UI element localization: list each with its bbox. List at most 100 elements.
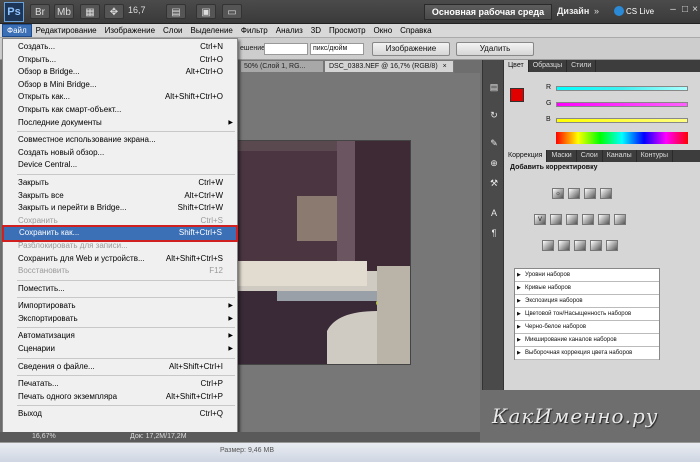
tab-adjustments[interactable]: Коррекция <box>504 150 548 162</box>
black-white-icon[interactable] <box>582 214 594 225</box>
menu-8[interactable]: Просмотр <box>325 24 370 37</box>
file-menu-item[interactable]: Создать... Ctrl+N <box>3 41 237 54</box>
menu-10[interactable]: Справка <box>396 24 435 37</box>
file-menu-item[interactable]: Сохранить для Web и устройств... Alt+Shif… <box>3 253 237 266</box>
tab-layers[interactable]: Слои <box>577 150 603 162</box>
g-slider[interactable] <box>556 102 688 107</box>
minimize-icon[interactable]: – <box>668 4 678 16</box>
close-tab-icon[interactable]: × <box>443 63 447 70</box>
file-menu-item[interactable]: Открыть... Ctrl+O <box>3 54 237 67</box>
menu-3[interactable]: Слои <box>159 24 186 37</box>
history-icon[interactable]: ↻ <box>486 108 502 122</box>
clone-source-icon[interactable]: ⊕ <box>486 156 502 170</box>
preset-item[interactable]: Уровни наборов <box>515 269 659 282</box>
tool-presets-icon[interactable]: ⚒ <box>486 176 502 190</box>
screen-mode-icon[interactable]: ▭ <box>222 4 242 19</box>
file-menu-item[interactable]: Печатать... Ctrl+P <box>3 378 237 391</box>
color-spectrum[interactable] <box>556 132 688 144</box>
file-menu-item[interactable]: Печать одного экземпляра Alt+Shift+Ctrl+P <box>3 391 237 404</box>
resolution-unit-select[interactable]: пикс/дюйм <box>310 43 364 55</box>
resolution-input[interactable] <box>264 43 308 55</box>
file-menu-item[interactable]: Последние документы ▶ <box>3 117 237 130</box>
foreground-color-swatch[interactable] <box>510 88 524 102</box>
tab-styles[interactable]: Стили <box>567 60 597 72</box>
menu-1[interactable]: Редактирование <box>32 24 101 37</box>
color-balance-icon[interactable] <box>566 214 578 225</box>
tab-channels[interactable]: Каналы <box>603 150 637 162</box>
file-menu-item[interactable]: Открыть как смарт-объект... <box>3 104 237 117</box>
file-menu-item[interactable]: Импортировать ▶ <box>3 300 237 313</box>
tab-masks[interactable]: Маски <box>547 150 577 162</box>
selective-color-icon[interactable] <box>606 240 618 251</box>
posterize-icon[interactable] <box>558 240 570 251</box>
preset-item[interactable]: Экспозиция наборов <box>515 295 659 308</box>
file-menu-item[interactable]: Обзор в Mini Bridge... <box>3 79 237 92</box>
color-panel-icon[interactable]: ▤ <box>486 80 502 94</box>
file-menu-item[interactable]: Выход Ctrl+Q <box>3 408 237 421</box>
grid-icon[interactable]: ▤ <box>166 4 186 19</box>
tab-swatches[interactable]: Образцы <box>529 60 568 72</box>
tab-color[interactable]: Цвет <box>504 60 529 72</box>
curves-icon[interactable] <box>584 188 596 199</box>
character-icon[interactable]: A <box>486 206 502 220</box>
file-menu-item[interactable]: Сценарии ▶ <box>3 343 237 356</box>
preset-item[interactable]: Кривые наборов <box>515 282 659 295</box>
menu-9[interactable]: Окно <box>370 24 397 37</box>
preset-item[interactable]: Выборочная коррекция цвета наборов <box>515 347 659 360</box>
file-menu-item[interactable]: Обзор в Bridge... Alt+Ctrl+O <box>3 66 237 79</box>
hue-saturation-icon[interactable] <box>550 214 562 225</box>
menu-4[interactable]: Выделение <box>186 24 236 37</box>
hand-zoom-icon[interactable]: ✥ <box>104 4 124 19</box>
file-menu-item[interactable]: Автоматизация ▶ <box>3 330 237 343</box>
file-menu-item[interactable]: Закрыть Ctrl+W <box>3 177 237 190</box>
preset-item[interactable]: Цветовой тон/Насыщенность наборов <box>515 308 659 321</box>
mini-bridge-icon[interactable]: Mb <box>54 4 74 19</box>
front-image-button[interactable]: Изображение <box>372 42 450 56</box>
brightness-icon[interactable]: ☼ <box>552 188 564 199</box>
view-extras-icon[interactable]: ▦ <box>80 4 100 19</box>
file-menu-item[interactable]: Восстановить F12 <box>3 265 237 278</box>
preset-item[interactable]: Микширование каналов наборов <box>515 334 659 347</box>
file-menu-item[interactable]: Разблокировать для записи... <box>3 240 237 253</box>
r-slider[interactable] <box>556 86 688 91</box>
tab-paths[interactable]: Контуры <box>637 150 674 162</box>
doc-tab-active[interactable]: DSC_0383.NEF @ 16,7% (RGB/8) × <box>324 60 454 73</box>
more-workspaces-icon[interactable]: » <box>594 6 599 16</box>
preset-item[interactable]: Черно-белое наборов <box>515 321 659 334</box>
maximize-icon[interactable]: □ <box>680 4 690 16</box>
file-menu-item[interactable]: Создать новый обзор... <box>3 147 237 160</box>
file-menu-item[interactable]: Поместить... <box>3 283 237 296</box>
menu-6[interactable]: Анализ <box>272 24 307 37</box>
gradient-map-icon[interactable] <box>590 240 602 251</box>
close-window-icon[interactable]: × <box>690 4 700 16</box>
file-menu-item[interactable]: Сохранить Ctrl+S <box>3 215 237 228</box>
exposure-icon[interactable] <box>600 188 612 199</box>
bridge-icon[interactable]: Br <box>30 4 50 19</box>
menu-0[interactable]: Файл <box>2 24 32 37</box>
menu-7[interactable]: 3D <box>307 24 325 37</box>
file-menu-item[interactable]: Сохранить как... Shift+Ctrl+S <box>2 225 238 242</box>
file-menu-item[interactable]: Открыть как... Alt+Shift+Ctrl+O <box>3 91 237 104</box>
file-menu-item[interactable]: Закрыть все Alt+Ctrl+W <box>3 190 237 203</box>
file-menu-item[interactable]: Сведения о файле... Alt+Shift+Ctrl+I <box>3 361 237 374</box>
vibrance-icon[interactable]: V <box>534 214 546 225</box>
file-menu-item[interactable]: Device Central... <box>3 159 237 172</box>
menu-2[interactable]: Изображение <box>101 24 159 37</box>
brush-preset-icon[interactable]: ✎ <box>486 136 502 150</box>
file-menu-item[interactable]: Закрыть и перейти в Bridge... Shift+Ctrl+… <box>3 202 237 215</box>
cs-live-button[interactable]: CS Live <box>614 4 662 20</box>
paragraph-icon[interactable]: ¶ <box>486 226 502 240</box>
status-zoom[interactable]: 16,67% <box>32 433 56 440</box>
photo-filter-icon[interactable] <box>598 214 610 225</box>
doc-tab-layer[interactable]: 50% (Слой 1, RG... <box>240 60 324 73</box>
file-menu-item[interactable]: Совместное использование экрана... <box>3 134 237 147</box>
levels-icon[interactable] <box>568 188 580 199</box>
channel-mixer-icon[interactable] <box>614 214 626 225</box>
workspace-design-button[interactable]: Дизайн <box>557 6 589 16</box>
menu-5[interactable]: Фильтр <box>237 24 272 37</box>
file-menu-item[interactable]: Экспортировать ▶ <box>3 313 237 326</box>
arrange-docs-icon[interactable]: ▣ <box>196 4 216 19</box>
invert-icon[interactable] <box>542 240 554 251</box>
clear-button[interactable]: Удалить <box>456 42 534 56</box>
b-slider[interactable] <box>556 118 688 123</box>
